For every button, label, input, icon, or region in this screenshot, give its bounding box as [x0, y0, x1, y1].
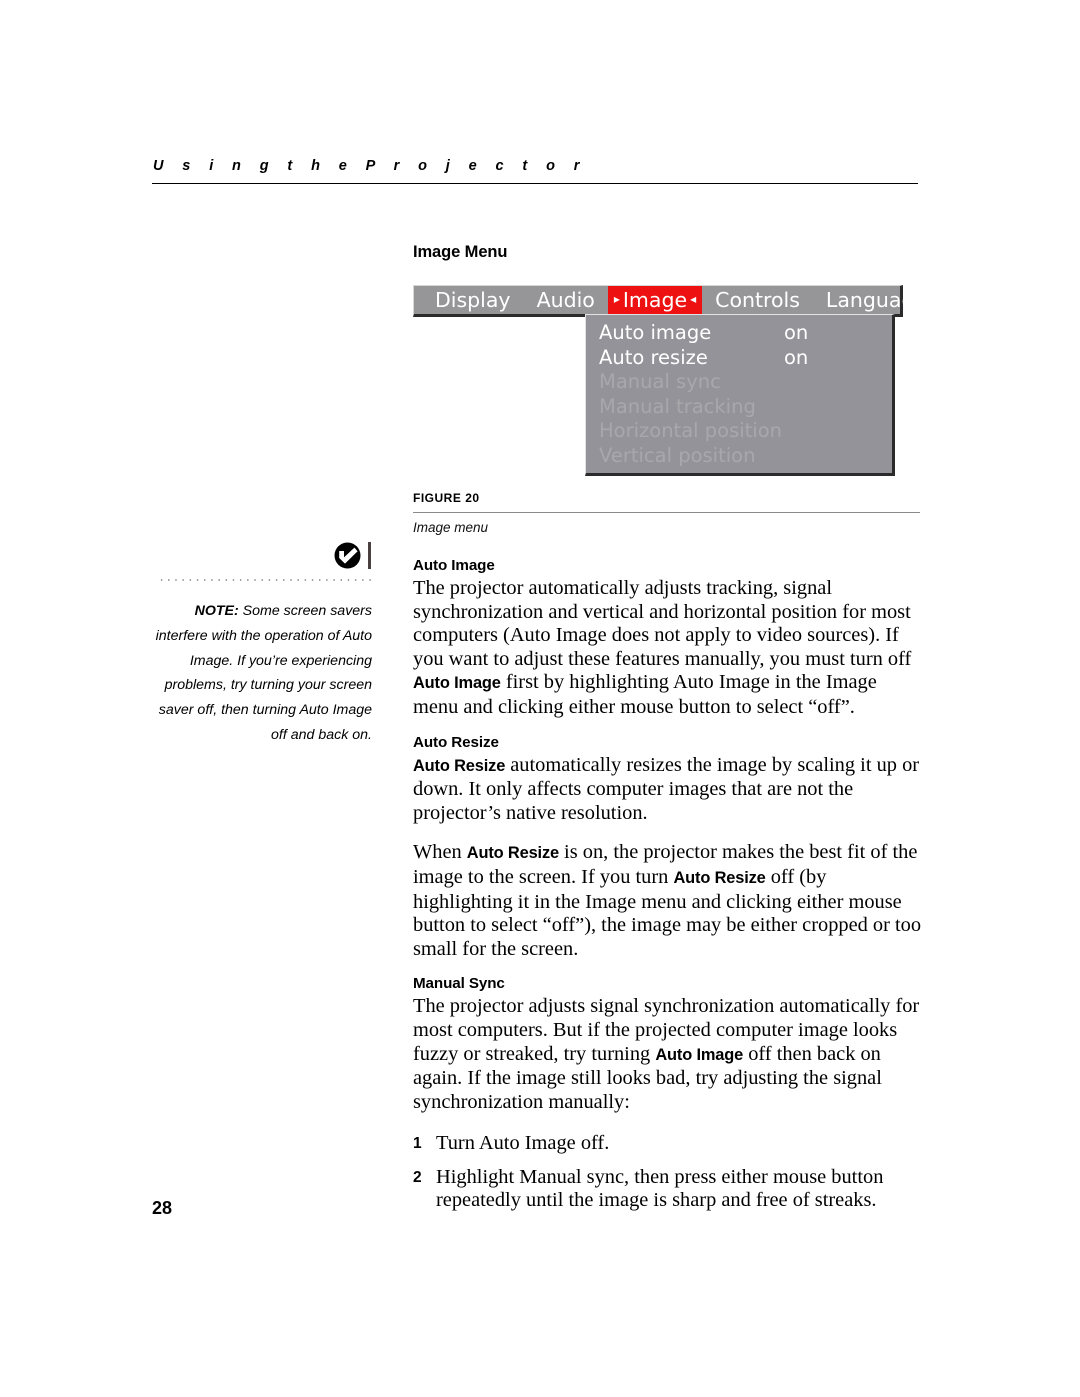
paragraph-auto-image: The projector automatically adjusts trac… — [413, 577, 925, 720]
osd-menu-item-label: Horizontal position — [599, 419, 783, 442]
osd-menu-item-value: on — [784, 321, 809, 344]
list-item-number: 2 — [413, 1168, 422, 1186]
osd-menu-item-auto-resize[interactable]: Auto resize on — [599, 346, 892, 371]
paragraph-manual-sync: The projector adjusts signal synchroniza… — [413, 995, 925, 1114]
projector-brand-logo-icon — [334, 542, 361, 569]
body-copy: Auto Image The projector automatically a… — [413, 556, 925, 1223]
osd-tab-audio[interactable]: Audio — [524, 286, 608, 314]
running-header: U s i n g t h e P r o j e c t o r — [152, 158, 918, 184]
running-header-rule — [152, 183, 918, 184]
list-item: 2 Highlight Manual sync, then press eith… — [413, 1166, 925, 1213]
figure-caption-block: FIGURE 20 Image menu — [413, 489, 920, 535]
osd-menu-item-label: Auto image — [599, 321, 712, 344]
text-run: The projector automatically adjusts trac… — [413, 577, 912, 670]
osd-tab-label: Controls — [715, 288, 800, 312]
note-text: NOTE: Some screen savers interfere with … — [150, 599, 372, 748]
list-item-number: 1 — [413, 1135, 422, 1153]
page-number: 28 — [152, 1198, 173, 1218]
heading-auto-image: Auto Image — [413, 557, 495, 574]
note-lead-label: NOTE: — [194, 603, 239, 619]
osd-tab-status[interactable]: Status — [940, 286, 1031, 314]
osd-menu-figure: Display Audio ▸ Image ◂ Controls Languag… — [413, 285, 1018, 481]
page-title: Image Menu — [413, 243, 508, 261]
osd-tab-language[interactable]: Language — [813, 286, 940, 314]
emphasis-auto-image: Auto Image — [413, 674, 501, 693]
figure-label-number: 20 — [465, 491, 480, 505]
list-item-text: Turn Auto Image off. — [436, 1132, 610, 1155]
manual-sync-steps: 1 Turn Auto Image off. 2 Highlight Manua… — [413, 1132, 925, 1213]
right-arrow-icon: ◂ — [690, 292, 697, 306]
emphasis-auto-resize: Auto Resize — [673, 868, 766, 887]
osd-menu-item-auto-image[interactable]: Auto image on — [599, 321, 892, 346]
osd-menu-item-value: on — [784, 345, 809, 369]
osd-tab-label: Display — [435, 288, 511, 312]
list-item-text: Highlight Manual sync, then press either… — [436, 1165, 884, 1212]
text-run: When — [413, 841, 467, 864]
figure-caption-text: Image menu — [413, 520, 489, 535]
osd-image-dropdown: Auto image on Auto resize on Manual sync… — [585, 314, 895, 476]
running-header-title: U s i n g t h e P r o j e c t o r — [153, 158, 587, 174]
osd-menu-item-label: Manual tracking — [599, 394, 756, 418]
note-dotted-divider — [158, 579, 372, 581]
osd-tab-display[interactable]: Display — [414, 286, 524, 314]
list-item: 1 Turn Auto Image off. — [413, 1132, 925, 1156]
osd-menu-item-label: Manual sync — [599, 370, 721, 393]
osd-tab-image[interactable]: ▸ Image ◂ — [607, 286, 703, 314]
heading-manual-sync: Manual Sync — [413, 975, 505, 993]
emphasis-auto-resize: Auto Resize — [466, 844, 559, 863]
figure-label: FIGURE 20 — [413, 489, 920, 507]
note-icon-row — [150, 538, 372, 572]
paragraph-auto-resize-1: Auto Resize automatically resizes the im… — [413, 754, 925, 826]
margin-note-block: NOTE: Some screen savers interfere with … — [150, 538, 372, 748]
osd-tab-controls[interactable]: Controls — [702, 286, 813, 314]
figure-caption-rule — [413, 512, 920, 513]
osd-tab-label: Language — [825, 288, 928, 312]
osd-menu-item-label: Auto resize — [599, 345, 708, 369]
paragraph-auto-resize-2: When Auto Resize is on, the projector ma… — [413, 841, 925, 961]
osd-menubar: Display Audio ▸ Image ◂ Controls Languag… — [413, 285, 1018, 317]
osd-tab-label: Audio — [536, 288, 595, 312]
heading-auto-resize: Auto Resize — [413, 733, 499, 751]
osd-menu-item-manual-tracking: Manual tracking — [599, 395, 892, 420]
osd-menu-item-label: Vertical position — [599, 443, 756, 467]
osd-menu-item-horizontal-position: Horizontal position — [599, 419, 892, 444]
emphasis-auto-resize: Auto Resize — [413, 756, 506, 775]
figure-label-prefix: F — [413, 491, 421, 505]
note-body-text: Some screen savers interfere with the op… — [155, 603, 372, 743]
emphasis-auto-image: Auto Image — [655, 1045, 744, 1064]
note-vertical-bar — [368, 541, 371, 569]
figure-label-rest: IGURE — [420, 491, 462, 505]
osd-menu-item-vertical-position: Vertical position — [599, 444, 892, 469]
left-arrow-icon: ▸ — [613, 292, 620, 306]
osd-menu-item-manual-sync: Manual sync — [599, 370, 892, 395]
section-title-block: Image Menu — [413, 243, 920, 262]
osd-tab-label: Status — [953, 288, 1019, 312]
osd-tab-label: Image — [622, 288, 688, 312]
